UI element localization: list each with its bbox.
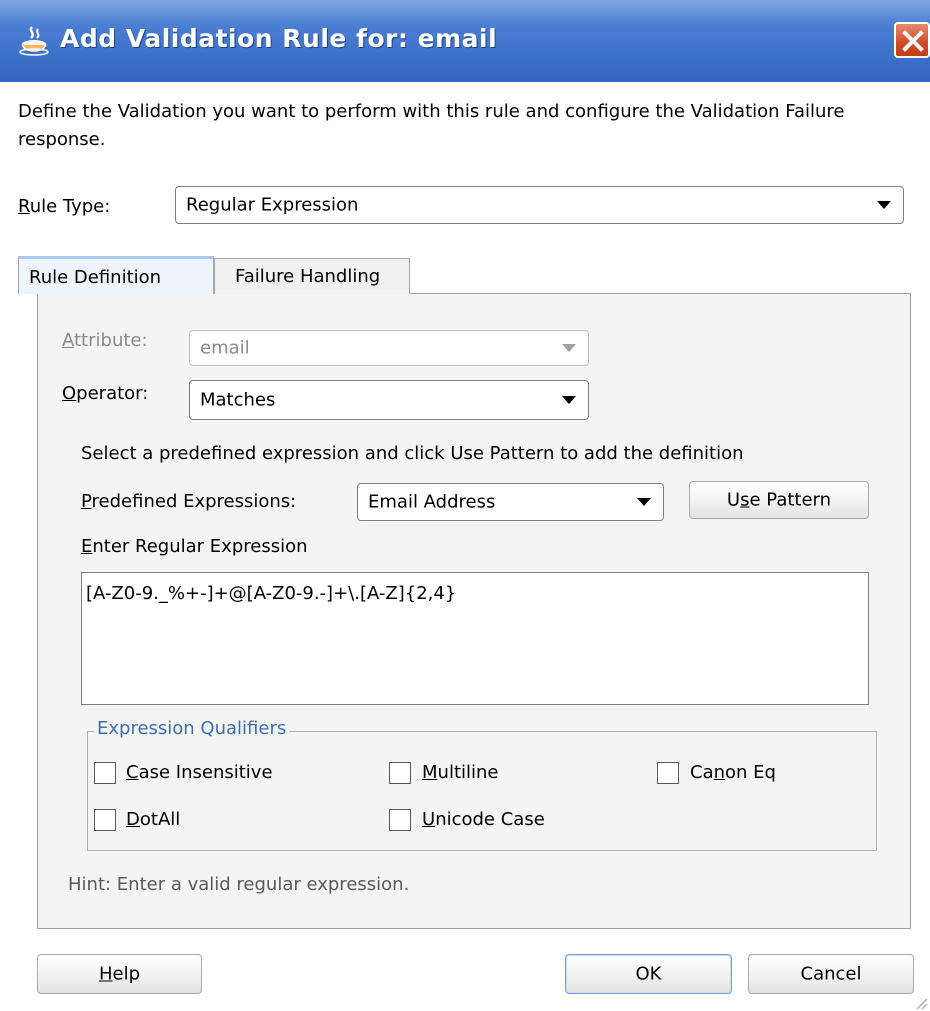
- unicode-case-label-text: nicode Case: [435, 809, 545, 830]
- resize-grip-icon[interactable]: [914, 996, 928, 1010]
- regex-mnemonic: E: [81, 536, 93, 557]
- tab-failure-handling[interactable]: Failure Handling: [214, 258, 410, 294]
- unicode-case-mnemonic: U: [422, 809, 436, 830]
- attribute-value: email: [200, 337, 250, 359]
- rule-type-label-text: ule Type:: [29, 196, 111, 217]
- operator-select[interactable]: Matches: [189, 380, 589, 420]
- expression-qualifiers-legend: Expression Qualifiers: [94, 718, 290, 739]
- operator-label-text: perator:: [76, 383, 149, 404]
- multiline-mnemonic: M: [422, 762, 438, 783]
- chevron-down-icon: [562, 344, 576, 352]
- unicode-case-checkbox[interactable]: [389, 809, 411, 831]
- canon-eq-label-text-1: Ca: [690, 762, 714, 783]
- operator-mnemonic: O: [62, 383, 77, 404]
- predefined-instruction: Select a predefined expression and click…: [81, 443, 744, 464]
- tab-failure-handling-label: Failure Handling: [235, 266, 381, 287]
- canon-eq-label: Canon Eq: [690, 762, 776, 783]
- predefined-label: Predefined Expressions:: [81, 491, 296, 512]
- rule-type-mnemonic: R: [18, 196, 30, 217]
- dotall-label-text: otAll: [139, 809, 181, 830]
- multiline-label: Multiline: [422, 762, 498, 783]
- predefined-label-text: redefined Expressions:: [91, 491, 297, 512]
- use-pattern-label: Use Pattern: [690, 490, 868, 511]
- canon-eq-label-text-2: on Eq: [725, 762, 776, 783]
- validation-rule-dialog: Add Validation Rule for: email Define th…: [0, 0, 930, 1011]
- title-bar[interactable]: Add Validation Rule for: email: [0, 0, 930, 82]
- canon-eq-checkbox[interactable]: [657, 762, 679, 784]
- regex-label-text: nter Regular Expression: [92, 536, 308, 557]
- use-pattern-text-1: U: [726, 489, 741, 511]
- tab-rule-definition[interactable]: Rule Definition: [18, 256, 214, 294]
- case-insensitive-label-text: ase Insensitive: [138, 762, 273, 783]
- tab-rule-definition-label: Rule Definition: [29, 267, 162, 288]
- attribute-mnemonic: A: [62, 330, 74, 351]
- help-mnemonic: H: [98, 963, 113, 985]
- regex-label: Enter Regular Expression: [81, 536, 308, 557]
- cancel-button[interactable]: Cancel: [748, 954, 914, 994]
- operator-value: Matches: [200, 389, 276, 411]
- canon-eq-mnemonic: n: [713, 762, 726, 783]
- close-button[interactable]: [894, 22, 930, 58]
- chevron-down-icon: [637, 498, 651, 506]
- predefined-mnemonic: P: [81, 491, 92, 512]
- help-label-text: elp: [112, 963, 141, 985]
- rule-type-label: Rule Type:: [18, 196, 110, 217]
- attribute-label-text: ttribute:: [74, 330, 148, 351]
- help-button[interactable]: Help: [37, 954, 202, 994]
- ok-button[interactable]: OK: [565, 954, 732, 994]
- dotall-checkbox[interactable]: [94, 809, 116, 831]
- intro-text: Define the Validation you want to perfor…: [18, 101, 845, 150]
- cancel-label: Cancel: [800, 963, 862, 985]
- operator-label: Operator:: [62, 383, 148, 404]
- multiline-checkbox[interactable]: [389, 762, 411, 784]
- attribute-label: Attribute:: [62, 330, 148, 351]
- use-pattern-button[interactable]: Use Pattern: [689, 481, 869, 519]
- dotall-label: DotAll: [126, 809, 180, 830]
- regex-value: [A-Z0-9._%+-]+@[A-Z0-9.-]+\.[A-Z]{2,4}: [86, 583, 457, 604]
- case-insensitive-checkbox[interactable]: [94, 762, 116, 784]
- use-pattern-text-2: e Pattern: [749, 489, 832, 511]
- use-pattern-mnemonic: s: [740, 489, 750, 511]
- multiline-label-text: ultiline: [437, 762, 499, 783]
- close-icon: [902, 30, 924, 52]
- chevron-down-icon: [877, 201, 891, 209]
- hint-text: Hint: Enter a valid regular expression.: [68, 874, 410, 895]
- unicode-case-label: Unicode Case: [422, 809, 545, 830]
- help-label: Help: [38, 964, 201, 985]
- attribute-select: email: [189, 330, 589, 366]
- rule-type-value: Regular Expression: [186, 194, 359, 216]
- predefined-expression-select[interactable]: Email Address: [357, 483, 664, 521]
- dialog-title: Add Validation Rule for: email: [60, 24, 498, 53]
- regex-textarea[interactable]: [A-Z0-9._%+-]+@[A-Z0-9.-]+\.[A-Z]{2,4}: [81, 572, 869, 705]
- ok-label: OK: [635, 963, 662, 985]
- chevron-down-icon: [562, 396, 576, 404]
- java-cup-icon: [19, 26, 49, 56]
- dotall-mnemonic: D: [126, 809, 140, 830]
- expression-qualifiers-group: [87, 731, 877, 851]
- case-insensitive-mnemonic: C: [126, 762, 139, 783]
- rule-type-select[interactable]: Regular Expression: [175, 186, 904, 224]
- predefined-value: Email Address: [368, 491, 496, 513]
- case-insensitive-label: Case Insensitive: [126, 762, 273, 783]
